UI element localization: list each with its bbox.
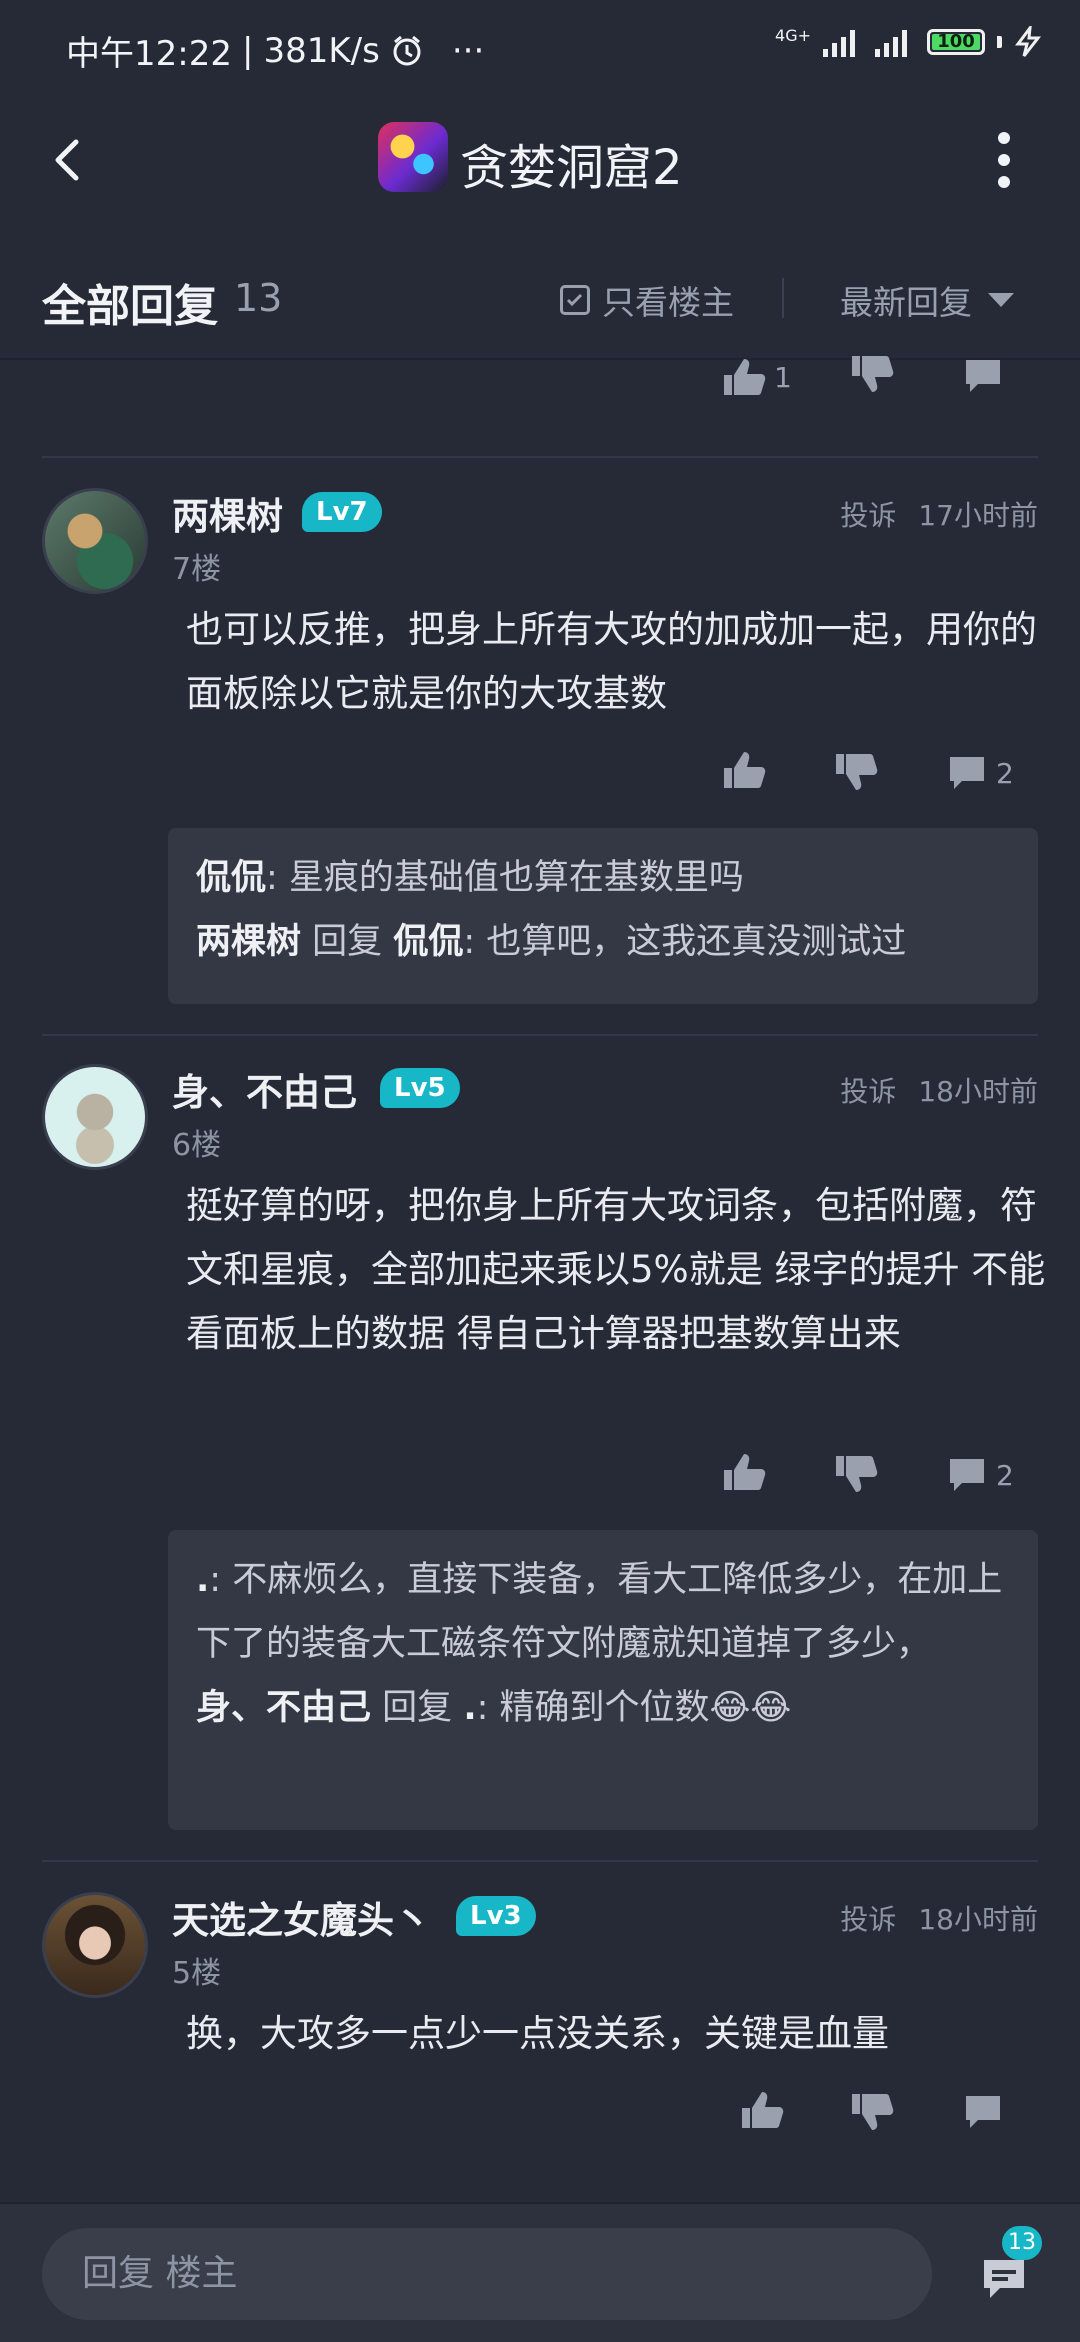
thumbs-up-icon[interactable]: [740, 2090, 784, 2130]
reply-author[interactable]: 两棵树: [196, 922, 301, 962]
signal-icon: [823, 30, 855, 57]
replies-header: 全部回复 13 只看楼主 最新回复: [0, 232, 1080, 360]
battery-tip: [997, 36, 1002, 48]
divider: [42, 1860, 1038, 1862]
comment-text: 换，大攻多一点少一点没关系，关键是血量: [186, 2012, 889, 2055]
reply-text: : 星痕的基础值也算在基数里吗: [266, 858, 744, 898]
charging-icon: [1015, 26, 1042, 57]
divider: [42, 1034, 1038, 1036]
reply-author[interactable]: 身、不由己: [196, 1688, 371, 1728]
bottom-reply-bar: 回复 楼主 13: [0, 2202, 1080, 2342]
floor-number: 6楼: [172, 1128, 222, 1163]
reply-count: 2: [996, 756, 1014, 790]
level-badge: Lv7: [302, 492, 382, 532]
alarm-icon: [393, 35, 421, 65]
thumbs-down-icon[interactable]: [850, 2092, 894, 2132]
report-link[interactable]: 投诉: [840, 499, 896, 532]
comment-icon: [950, 1459, 984, 1491]
thumbs-down-icon[interactable]: [850, 354, 894, 394]
reply-count: 2: [996, 1458, 1014, 1492]
thumbs-up-icon: [724, 359, 766, 395]
status-more-dots: ···: [451, 30, 485, 71]
thumbs-up-icon[interactable]: [722, 750, 766, 790]
owner-only-label: 只看楼主: [602, 283, 734, 322]
reply-author[interactable]: 侃侃: [196, 858, 266, 898]
back-arrow-icon[interactable]: [40, 130, 100, 190]
status-left: 中午12:22 | 381K/s ···: [66, 26, 484, 75]
page-title: 贪婪洞窟2: [460, 140, 683, 196]
report-link[interactable]: 投诉: [840, 1903, 896, 1936]
all-replies-title: 全部回复: [42, 281, 218, 332]
comment-icon[interactable]: [962, 356, 1004, 396]
thumbs-up-icon[interactable]: [722, 1452, 766, 1492]
thumbs-down-icon[interactable]: [834, 1454, 878, 1494]
username[interactable]: 两棵树: [172, 486, 283, 540]
username[interactable]: 天选之女魔头丶: [172, 1890, 431, 1944]
sort-label: 最新回复: [840, 283, 972, 322]
reply-verb: 回复: [312, 922, 383, 962]
owner-only-toggle[interactable]: 只看楼主: [560, 276, 734, 324]
reply-item: 身、不由己 回复 .: 精确到个位数😂😂: [196, 1676, 1010, 1740]
network-type: 4G+: [775, 26, 811, 45]
username[interactable]: 身、不由己: [172, 1062, 357, 1116]
reply-text: : 精确到个位数😂😂: [476, 1688, 792, 1728]
status-separator: |: [241, 30, 254, 71]
comment-text: 挺好算的呀，把你身上所有大攻词条，包括附魔，符文和星痕，全部加起来乘以5%就是 …: [186, 1184, 1046, 1355]
comment-meta: 投诉 18小时前: [840, 1070, 1038, 1110]
app-icon: [378, 122, 448, 192]
comment-meta: 投诉 17小时前: [840, 494, 1038, 534]
status-speed: 381K/s: [263, 30, 380, 71]
checkbox-icon[interactable]: [560, 285, 590, 315]
reply-target[interactable]: 侃侃: [393, 922, 463, 962]
timestamp: 17小时前: [918, 499, 1038, 532]
title-bar: 贪婪洞窟2: [0, 100, 1080, 234]
reply-item: .: 不麻烦么，直接下装备，看大工降低多少，在加上下了的装备大工磁条符文附魔就知…: [196, 1548, 1010, 1676]
like-count: 1: [774, 360, 792, 394]
floor-number: 5楼: [172, 1956, 222, 1991]
sort-dropdown[interactable]: 最新回复: [840, 276, 1014, 324]
reply-thread[interactable]: 侃侃: 星痕的基础值也算在基数里吗 两棵树 回复 侃侃: 也算吧，这我还真没测试…: [168, 828, 1038, 1004]
reply-thread[interactable]: .: 不麻烦么，直接下装备，看大工降低多少，在加上下了的装备大工磁条符文附魔就知…: [168, 1530, 1038, 1830]
reply-count: 13: [234, 276, 283, 320]
floor-number: 7楼: [172, 552, 222, 587]
comment-icon: [950, 757, 984, 789]
avatar[interactable]: [42, 1892, 148, 1998]
comment-meta: 投诉 18小时前: [840, 1898, 1038, 1938]
status-bar: 中午12:22 | 381K/s ··· 4G+ 100: [0, 0, 1080, 100]
reply-text: : 也算吧，这我还真没测试过: [463, 922, 907, 962]
battery-icon: 100: [927, 29, 985, 55]
divider: [42, 456, 1038, 458]
reply-author[interactable]: .: [196, 1560, 209, 1600]
battery-level: 100: [932, 33, 980, 51]
reply-input[interactable]: 回复 楼主: [42, 2228, 932, 2320]
status-time: 中午12:22: [66, 34, 232, 74]
comment-button[interactable]: 2: [946, 1452, 1014, 1498]
thumbs-down-icon[interactable]: [834, 752, 878, 792]
more-vertical-icon[interactable]: [990, 128, 1018, 192]
reply-item: 两棵树 回复 侃侃: 也算吧，这我还真没测试过: [196, 910, 1010, 974]
reply-item: 侃侃: 星痕的基础值也算在基数里吗: [196, 846, 1010, 910]
comment-text: 也可以反推，把身上所有大攻的加成加一起，用你的面板除以它就是你的大攻基数: [186, 608, 1037, 715]
avatar[interactable]: [42, 488, 148, 594]
reply-text: : 不麻烦么，直接下装备，看大工降低多少，在加上下了的装备大工磁条符文附魔就知道…: [196, 1560, 1003, 1664]
level-badge: Lv5: [380, 1068, 460, 1108]
report-link[interactable]: 投诉: [840, 1075, 896, 1108]
reply-verb: 回复: [382, 1688, 453, 1728]
comment-button[interactable]: 2: [946, 750, 1014, 796]
signal-icon-2: [875, 30, 907, 57]
avatar[interactable]: [42, 1064, 148, 1170]
level-badge: Lv3: [456, 1896, 536, 1936]
reply-target[interactable]: .: [463, 1688, 476, 1728]
status-right: 4G+ 100: [775, 26, 1044, 58]
chevron-down-icon: [988, 293, 1014, 307]
timestamp: 18小时前: [918, 1075, 1038, 1108]
like-button[interactable]: 1: [722, 354, 792, 400]
divider: [782, 278, 784, 318]
comment-count-badge: 13: [1002, 2226, 1042, 2260]
comment-icon[interactable]: [962, 2092, 1004, 2132]
timestamp: 18小时前: [918, 1903, 1038, 1936]
